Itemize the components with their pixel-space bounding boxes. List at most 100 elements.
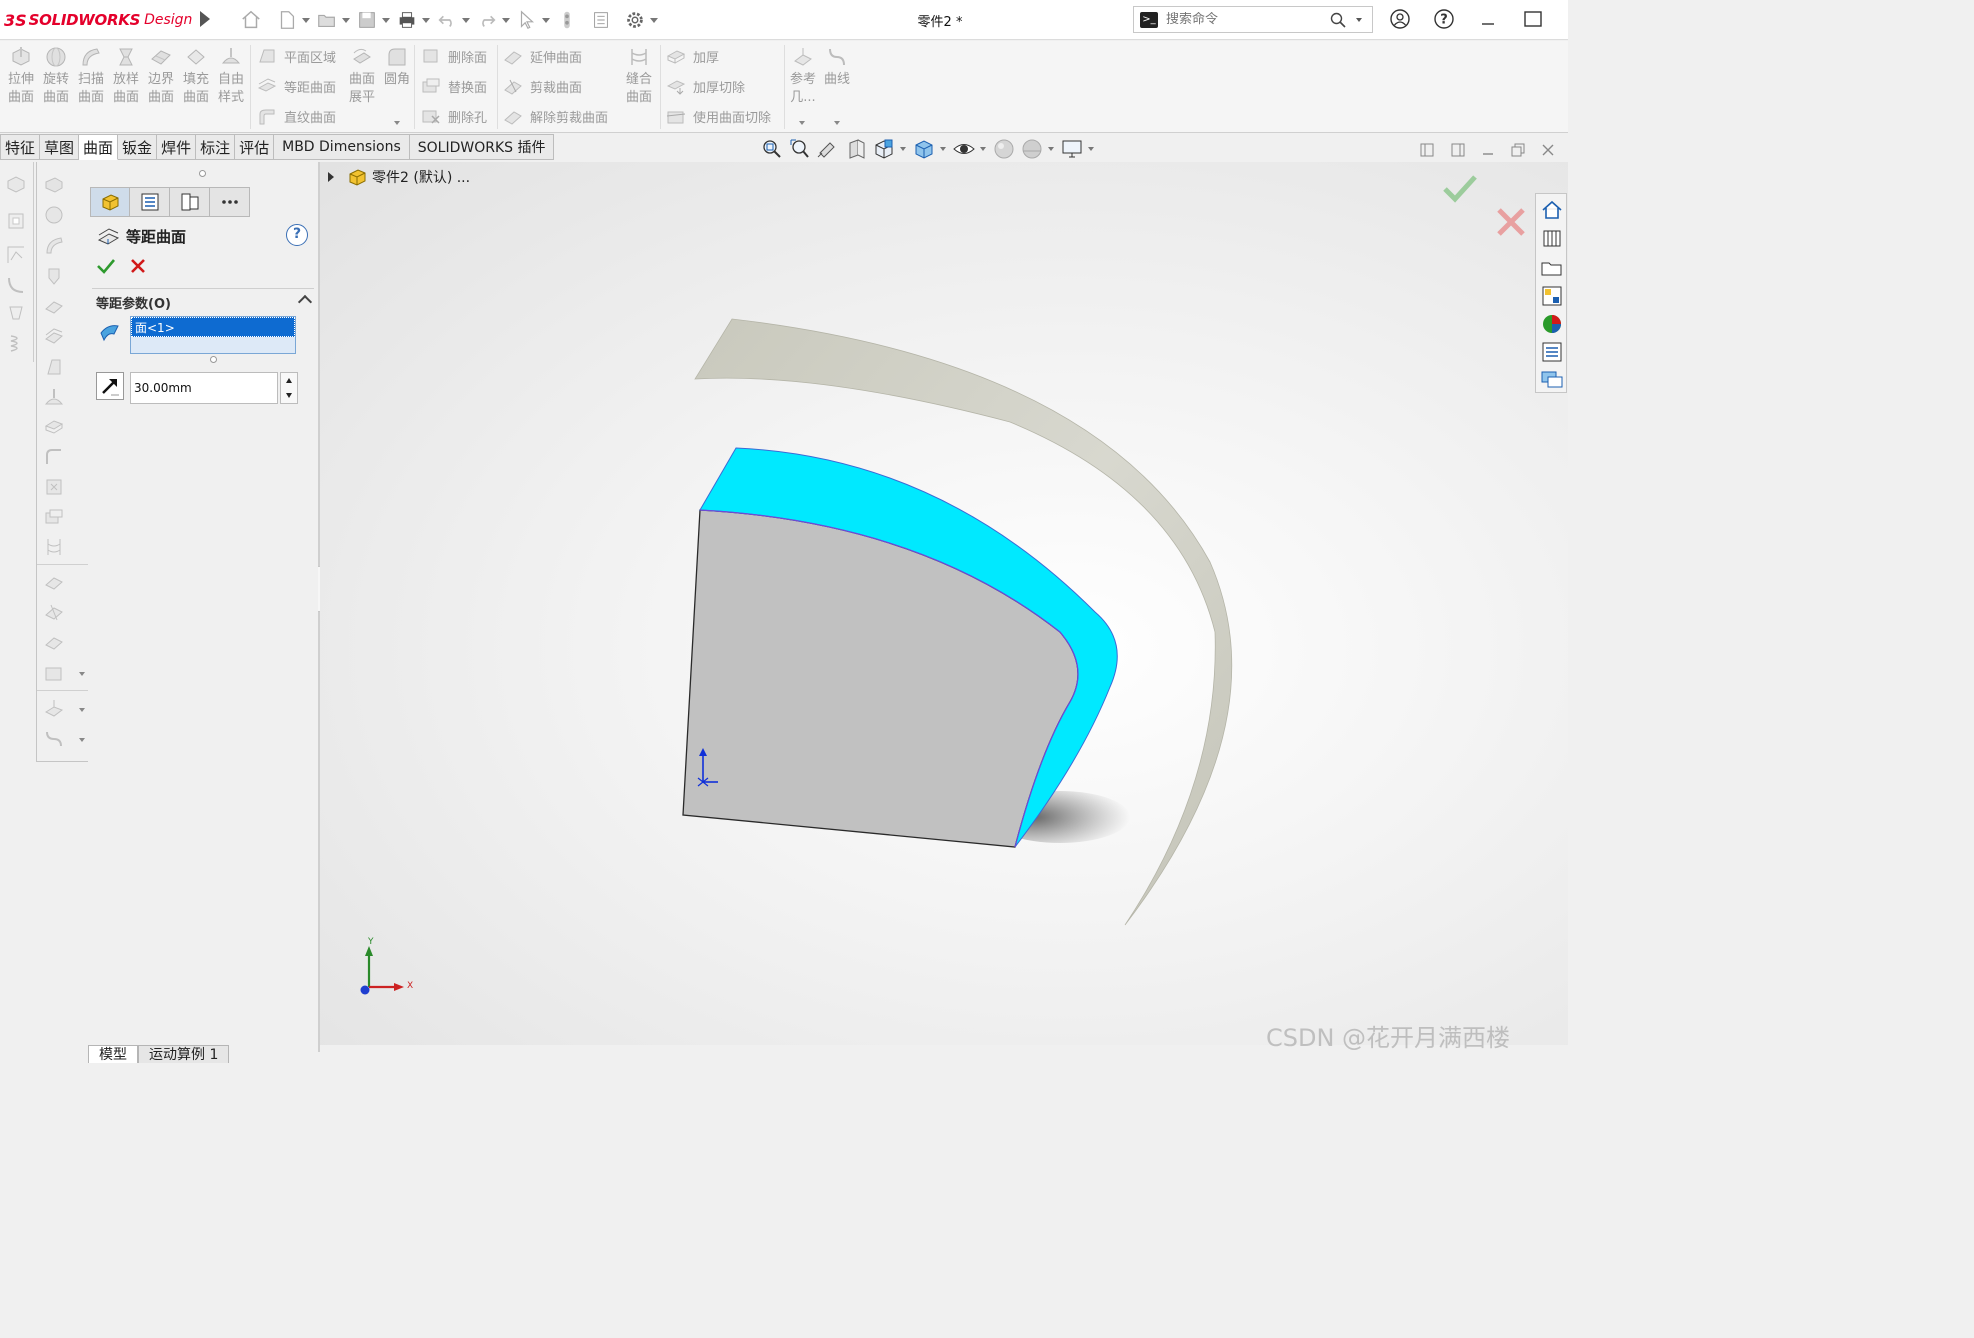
- offset-distance-input[interactable]: [130, 372, 278, 404]
- extrude-boss-icon[interactable]: [5, 174, 27, 196]
- knit-surface-icon[interactable]: [43, 536, 65, 558]
- property-manager-tab[interactable]: [130, 187, 170, 217]
- help-button[interactable]: ?: [286, 224, 308, 246]
- fillet-dropdown-icon[interactable]: [394, 121, 400, 125]
- panel-resize-handle[interactable]: [199, 170, 206, 177]
- curves-dropdown-icon[interactable]: [79, 738, 85, 742]
- revolve-surface-button[interactable]: 旋转 曲面: [39, 45, 73, 107]
- viewport-close-icon[interactable]: [1540, 142, 1556, 158]
- options-dropdown-icon[interactable]: [650, 17, 658, 23]
- shell-icon[interactable]: [5, 210, 27, 232]
- trim-surface-button[interactable]: 剪裁曲面: [502, 75, 582, 97]
- replace-face-button[interactable]: 替换面: [420, 75, 487, 97]
- curves-button[interactable]: 曲线: [820, 45, 854, 89]
- graphics-area[interactable]: Y X: [320, 162, 1568, 1045]
- viewport-minimize-icon[interactable]: [1480, 142, 1496, 158]
- print-icon[interactable]: [396, 9, 418, 31]
- offset-direction-button[interactable]: [96, 372, 124, 400]
- extrude-surface-button[interactable]: 拉伸 曲面: [4, 45, 38, 107]
- extrude-surface-icon[interactable]: [43, 174, 65, 196]
- ok-check-icon[interactable]: [96, 256, 116, 276]
- open-dropdown-icon[interactable]: [342, 17, 350, 23]
- sketch-icon[interactable]: [5, 244, 27, 266]
- freeform-icon[interactable]: [43, 386, 65, 408]
- hide-show-dropdown-icon[interactable]: [980, 147, 986, 151]
- select-dropdown-icon[interactable]: [542, 17, 550, 23]
- confirm-ok-icon[interactable]: [1442, 172, 1478, 206]
- extend-surface-button[interactable]: 延伸曲面: [502, 45, 582, 67]
- tab-model[interactable]: 模型: [88, 1045, 138, 1063]
- boundary-surface-button[interactable]: 边界 曲面: [144, 45, 178, 107]
- new-dropdown-icon[interactable]: [302, 17, 310, 23]
- tab-markup[interactable]: 标注: [196, 134, 236, 160]
- solidworks-logo[interactable]: 3S SOLIDWORKS Design: [4, 8, 192, 32]
- viewport-restore-icon[interactable]: [1510, 142, 1526, 158]
- reference-geometry-button[interactable]: 参考 几...: [786, 45, 820, 107]
- new-document-icon[interactable]: [276, 9, 298, 31]
- file-explorer-icon[interactable]: [1540, 256, 1564, 280]
- cut-with-surface-icon[interactable]: [43, 662, 65, 684]
- file-properties-icon[interactable]: [590, 9, 612, 31]
- spinner-up-icon[interactable]: [281, 373, 297, 388]
- view-palette-icon[interactable]: [1540, 284, 1564, 308]
- fill-surface-button[interactable]: 填充 曲面: [179, 45, 213, 107]
- cancel-x-icon[interactable]: [128, 256, 148, 276]
- search-dropdown-icon[interactable]: [1356, 17, 1362, 22]
- curves-icon[interactable]: [43, 728, 65, 750]
- minimize-icon[interactable]: [1478, 8, 1498, 30]
- sweep-surface-button[interactable]: 扫描 曲面: [74, 45, 108, 107]
- feature-manager-tab[interactable]: [90, 187, 130, 217]
- cut-dropdown-icon[interactable]: [79, 672, 85, 676]
- sweep-surface-icon[interactable]: [43, 234, 65, 256]
- offset-surface-button[interactable]: 等距曲面: [256, 75, 336, 97]
- view-settings-icon[interactable]: [1060, 137, 1084, 161]
- view-orientation-icon[interactable]: [872, 137, 896, 161]
- home-icon[interactable]: [240, 9, 262, 31]
- viewport-tile-left-icon[interactable]: [1419, 142, 1435, 158]
- maximize-icon[interactable]: [1522, 8, 1544, 30]
- thicken-icon[interactable]: [43, 416, 65, 438]
- tab-mbd-dimensions[interactable]: MBD Dimensions: [274, 134, 410, 160]
- delete-face-button[interactable]: 删除面: [420, 45, 487, 67]
- untrim-surface-icon[interactable]: [43, 632, 65, 654]
- redo-dropdown-icon[interactable]: [502, 17, 510, 23]
- design-library-icon[interactable]: [1540, 226, 1564, 250]
- flatten-surface-button[interactable]: 曲面 展平: [345, 45, 379, 107]
- save-dropdown-icon[interactable]: [382, 17, 390, 23]
- viewport-tile-right-icon[interactable]: [1450, 142, 1466, 158]
- configuration-manager-tab[interactable]: [170, 187, 210, 217]
- flyout-feature-tree[interactable]: 零件2 (默认) ...: [324, 166, 470, 188]
- hide-show-items-icon[interactable]: [952, 137, 976, 161]
- command-search[interactable]: >_: [1133, 6, 1373, 33]
- fillet-button[interactable]: 圆角: [380, 45, 414, 89]
- confirm-cancel-icon[interactable]: [1494, 205, 1528, 239]
- tree-expand-arrow-icon[interactable]: [328, 172, 334, 182]
- tab-solidworks-addins[interactable]: SOLIDWORKS 插件: [409, 134, 555, 160]
- part-name-label[interactable]: 零件2 (默认) ...: [372, 167, 470, 187]
- solidworks-resources-home-icon[interactable]: [1540, 198, 1564, 222]
- model-view[interactable]: Y X: [320, 162, 1568, 1045]
- user-account-icon[interactable]: [1389, 8, 1411, 30]
- tab-surfaces[interactable]: 曲面: [79, 134, 119, 160]
- reference-geometry-dropdown-icon[interactable]: [799, 121, 805, 125]
- tab-evaluate[interactable]: 评估: [235, 134, 275, 160]
- thicken-cut-button[interactable]: 加厚切除: [665, 75, 745, 97]
- trim-surface-icon[interactable]: [43, 602, 65, 624]
- print-dropdown-icon[interactable]: [422, 17, 430, 23]
- tab-motion-study-1[interactable]: 运动算例 1: [138, 1045, 230, 1063]
- section-view-icon[interactable]: [844, 137, 868, 161]
- select-cursor-icon[interactable]: [516, 9, 538, 31]
- tab-features[interactable]: 特征: [0, 134, 41, 160]
- tab-sketch[interactable]: 草图: [40, 134, 80, 160]
- offset-parameters-header[interactable]: 等距参数(O): [92, 289, 314, 315]
- freeform-button[interactable]: 自由 样式: [214, 45, 248, 107]
- tab-sheet-metal[interactable]: 钣金: [118, 134, 158, 160]
- scene-dropdown-icon[interactable]: [1048, 147, 1054, 151]
- loft-icon[interactable]: [5, 302, 27, 324]
- planar-surface-button[interactable]: 平面区域: [256, 45, 336, 67]
- offset-surface-icon[interactable]: [43, 326, 65, 348]
- replace-face-icon[interactable]: [43, 506, 65, 528]
- view-orientation-dropdown-icon[interactable]: [900, 147, 906, 151]
- zoom-to-fit-icon[interactable]: [760, 137, 784, 161]
- zoom-to-area-icon[interactable]: [788, 137, 812, 161]
